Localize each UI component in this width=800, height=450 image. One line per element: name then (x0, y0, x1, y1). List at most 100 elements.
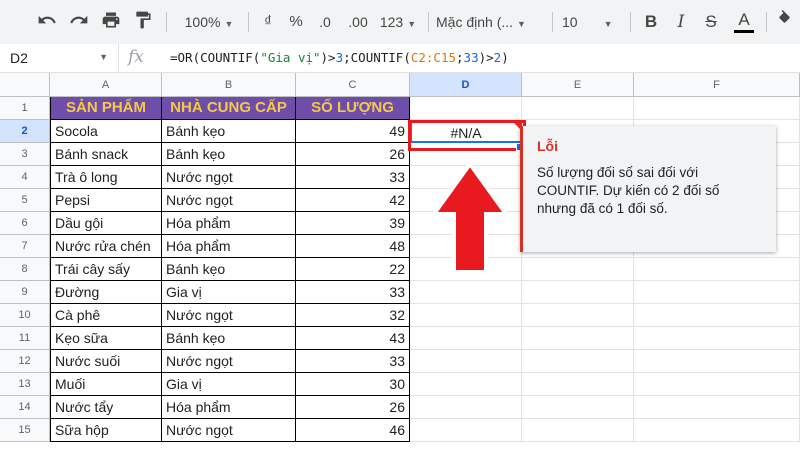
row-header[interactable]: 6 (0, 212, 50, 235)
table-cell[interactable]: Bánh kẹo (162, 143, 296, 166)
cell[interactable] (410, 373, 522, 396)
row-header[interactable]: 14 (0, 396, 50, 419)
cell[interactable] (410, 396, 522, 419)
table-cell[interactable]: Gia vị (162, 373, 296, 396)
table-cell[interactable]: Đường (50, 281, 162, 304)
table-cell[interactable]: Hóa phẩm (162, 212, 296, 235)
cell[interactable] (522, 396, 634, 419)
cell[interactable] (634, 327, 800, 350)
table-cell[interactable]: Bánh kẹo (162, 258, 296, 281)
table-cell[interactable]: Trái cây sấy (50, 258, 162, 281)
cell[interactable] (522, 350, 634, 373)
paint-format-icon[interactable] (130, 10, 156, 34)
table-cell[interactable]: 43 (296, 327, 410, 350)
cell[interactable] (634, 373, 800, 396)
table-cell[interactable]: Muối (50, 373, 162, 396)
table-cell[interactable]: Nước ngọt (162, 350, 296, 373)
table-cell[interactable]: 49 (296, 120, 410, 143)
fill-color-icon[interactable] (776, 10, 796, 34)
cell[interactable] (410, 419, 522, 442)
cell[interactable] (522, 304, 634, 327)
table-cell[interactable]: 30 (296, 373, 410, 396)
currency-button[interactable]: ₫ (256, 10, 280, 34)
cell[interactable] (410, 327, 522, 350)
cell[interactable] (634, 281, 800, 304)
table-cell[interactable]: 39 (296, 212, 410, 235)
column-header[interactable]: C (296, 73, 410, 97)
column-header[interactable]: D (410, 73, 522, 97)
cell[interactable] (522, 419, 634, 442)
table-cell[interactable]: Hóa phẩm (162, 235, 296, 258)
row-header[interactable]: 7 (0, 235, 50, 258)
table-cell[interactable]: Nước tẩy (50, 396, 162, 419)
table-header-cell[interactable]: NHÀ CUNG CẤP (162, 97, 296, 120)
table-cell[interactable]: 32 (296, 304, 410, 327)
formula-input[interactable]: =OR(COUNTIF("Gia vị")>3;COUNTIF(C2:C15;3… (170, 46, 509, 70)
table-cell[interactable]: 46 (296, 419, 410, 442)
cell[interactable] (522, 281, 634, 304)
number-format-select[interactable]: 123 ▼ (376, 10, 420, 34)
row-header[interactable]: 5 (0, 189, 50, 212)
percent-button[interactable]: % (284, 10, 308, 34)
table-cell[interactable]: Trà ô long (50, 166, 162, 189)
increase-decimal-button[interactable]: .00 (342, 10, 374, 34)
column-header[interactable]: E (522, 73, 634, 97)
row-header[interactable]: 3 (0, 143, 50, 166)
table-header-cell[interactable]: SẢN PHẨM (50, 97, 162, 120)
row-header[interactable]: 4 (0, 166, 50, 189)
cell[interactable] (634, 350, 800, 373)
table-cell[interactable]: Sữa hộp (50, 419, 162, 442)
table-cell[interactable]: 48 (296, 235, 410, 258)
table-cell[interactable]: Nước ngọt (162, 419, 296, 442)
table-cell[interactable]: Nước ngọt (162, 304, 296, 327)
table-cell[interactable]: Bánh kẹo (162, 120, 296, 143)
select-all-corner[interactable] (0, 73, 50, 97)
cell[interactable] (634, 304, 800, 327)
table-cell[interactable]: Nước ngọt (162, 166, 296, 189)
table-cell[interactable]: Kẹo sữa (50, 327, 162, 350)
font-select[interactable]: Mặc định (... ▼ (436, 10, 548, 34)
cell[interactable] (522, 97, 634, 120)
table-cell[interactable]: 33 (296, 350, 410, 373)
table-cell[interactable]: Bánh snack (50, 143, 162, 166)
print-icon[interactable] (98, 10, 124, 34)
table-cell[interactable]: 33 (296, 281, 410, 304)
table-cell[interactable]: Gia vị (162, 281, 296, 304)
cell[interactable] (634, 396, 800, 419)
name-box[interactable]: D2 ▼ (0, 44, 119, 72)
cell[interactable] (410, 281, 522, 304)
cell[interactable] (634, 97, 800, 120)
zoom-select[interactable]: 100% ▼ (176, 10, 242, 34)
cell[interactable] (634, 258, 800, 281)
italic-icon[interactable]: I (670, 10, 692, 34)
row-header[interactable]: 15 (0, 419, 50, 442)
table-cell[interactable]: Cà phê (50, 304, 162, 327)
table-cell[interactable]: 22 (296, 258, 410, 281)
text-color-icon[interactable]: A (732, 10, 756, 34)
cell[interactable] (634, 419, 800, 442)
redo-icon[interactable] (66, 10, 92, 34)
row-header[interactable]: 10 (0, 304, 50, 327)
row-header[interactable]: 13 (0, 373, 50, 396)
table-cell[interactable]: 42 (296, 189, 410, 212)
cell[interactable] (522, 373, 634, 396)
table-cell[interactable]: Nước ngọt (162, 189, 296, 212)
cell[interactable] (522, 258, 634, 281)
column-header[interactable]: A (50, 73, 162, 97)
table-cell[interactable]: 26 (296, 143, 410, 166)
table-cell[interactable]: Bánh kẹo (162, 327, 296, 350)
cell[interactable] (410, 304, 522, 327)
table-cell[interactable]: Nước rửa chén (50, 235, 162, 258)
row-header[interactable]: 12 (0, 350, 50, 373)
cell[interactable] (522, 327, 634, 350)
row-header[interactable]: 2 (0, 120, 50, 143)
strikethrough-icon[interactable]: S (700, 10, 722, 34)
table-cell[interactable]: Hóa phẩm (162, 396, 296, 419)
font-size-select[interactable]: 10 ▼ (562, 10, 622, 34)
table-cell[interactable]: 26 (296, 396, 410, 419)
cell[interactable] (410, 97, 522, 120)
bold-icon[interactable]: B (640, 10, 662, 34)
table-cell[interactable]: Socola (50, 120, 162, 143)
table-cell[interactable]: Dầu gội (50, 212, 162, 235)
row-header[interactable]: 1 (0, 97, 50, 120)
